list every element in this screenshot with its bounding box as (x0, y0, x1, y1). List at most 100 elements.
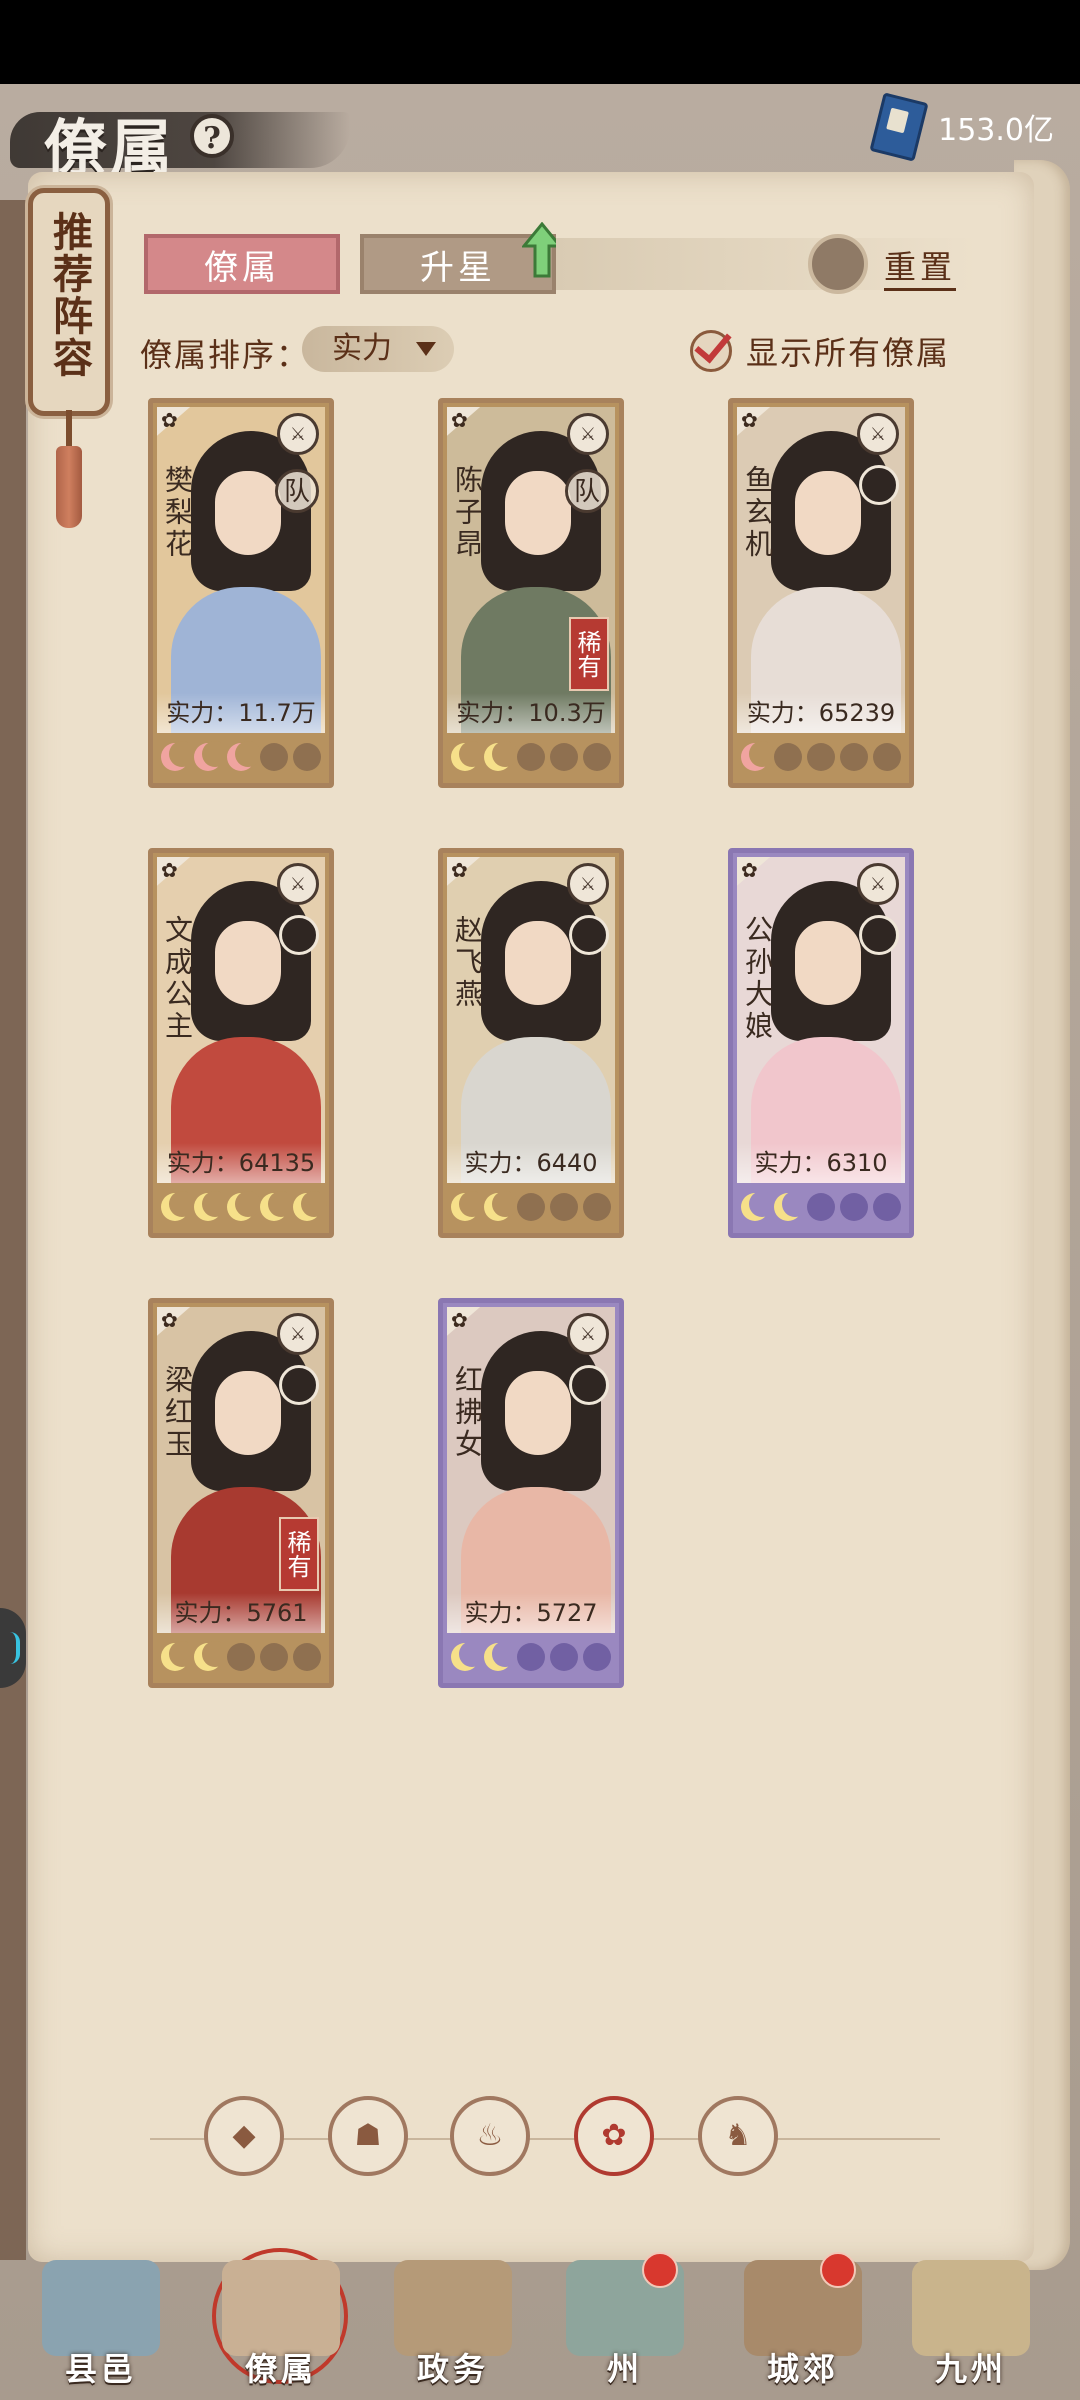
recommended-lineup-label: 推荐阵容 (46, 211, 93, 379)
moon-star-empty-icon (873, 743, 901, 771)
nav-item[interactable]: 城郊 (728, 2248, 878, 2398)
fan-icon: ✿ (741, 408, 758, 432)
moon-star-empty-icon (873, 1193, 901, 1221)
tag-cord (66, 410, 72, 450)
status-bar (0, 0, 1080, 84)
power-value: 实力：11.7万 (157, 693, 325, 733)
official-card[interactable]: ✿ 红拂女 ⚔ 实力：5727 (438, 1298, 624, 1688)
nav-item[interactable]: 州 (550, 2248, 700, 2398)
helmet-icon[interactable]: ☗ (328, 2096, 408, 2176)
moon-star-empty-icon (583, 1643, 611, 1671)
nav-icon (912, 2260, 1030, 2356)
official-portrait: ✿ 公孙大娘 ⚔ 实力：6310 (737, 857, 905, 1183)
official-card[interactable]: ✿ 陈子昂 ⚔ 队稀有 实力：10.3万 (438, 398, 624, 788)
moon-star-empty-icon (840, 743, 868, 771)
moon-star-filled-icon (484, 1641, 518, 1671)
moon-star-filled-icon (741, 741, 775, 771)
moon-star-filled-icon (194, 1641, 228, 1671)
official-card[interactable]: ✿ 鱼玄机 ⚔ 实力：65239 (728, 398, 914, 788)
help-button[interactable]: ? (190, 114, 234, 158)
star-rating (737, 739, 905, 777)
official-card[interactable]: ✿ 公孙大娘 ⚔ 实力：6310 (728, 848, 914, 1238)
team-badge: 队 (275, 469, 319, 513)
moon-star-filled-icon (194, 1191, 228, 1221)
nav-item[interactable]: 县邑 (26, 2248, 176, 2398)
rare-badge: 稀有 (569, 617, 609, 691)
star-rating (157, 739, 325, 777)
fan-icon: ✿ (161, 1308, 178, 1332)
diamond-icon[interactable]: ◆ (204, 2096, 284, 2176)
nav-item[interactable]: 政务 (378, 2248, 528, 2398)
filter-row: ◆ ☗ ♨ ✿ ♞ (150, 2096, 940, 2182)
sort-dropdown[interactable]: 实力 (302, 326, 454, 372)
sort-label: 僚属排序： (140, 336, 311, 374)
class-icon: ⚔ (857, 863, 899, 905)
moon-star-filled-icon (161, 1191, 195, 1221)
official-card[interactable]: ✿ 赵飞燕 ⚔ 实力：6440 (438, 848, 624, 1238)
moon-star-empty-icon (550, 1193, 578, 1221)
fan-icon: ✿ (451, 1308, 468, 1332)
moon-star-empty-icon (583, 1193, 611, 1221)
moon-star-filled-icon (227, 1191, 261, 1221)
power-value: 实力：5727 (447, 1593, 615, 1633)
official-card[interactable]: ✿ 樊梨花 ⚔ 队实力：11.7万 (148, 398, 334, 788)
star-rating (447, 739, 615, 777)
nav-label: 县邑 (64, 2350, 137, 2388)
portrait-face (795, 921, 861, 1005)
nav-item[interactable]: 九州 (896, 2248, 1046, 2398)
moon-star-empty-icon (260, 1643, 288, 1671)
portrait-face (795, 471, 861, 555)
power-value: 实力：65239 (737, 693, 905, 733)
tab-officials[interactable]: 僚属 (144, 234, 340, 294)
nav-label: 城郊 (766, 2350, 839, 2388)
moon-star-empty-icon (840, 1193, 868, 1221)
official-card[interactable]: ✿ 梁红玉 ⚔ 稀有 实力：5761 (148, 1298, 334, 1688)
portrait-face (215, 1371, 281, 1455)
official-name: 公孙大娘 (741, 915, 774, 1043)
nav-item[interactable]: 僚属 (206, 2248, 356, 2398)
reset-button[interactable]: 重置 (884, 242, 957, 291)
avatar (859, 915, 899, 955)
rare-badge: 稀有 (279, 1517, 319, 1591)
show-all-toggle[interactable]: 显示所有僚属 (690, 328, 950, 374)
portrait-face (215, 921, 281, 1005)
official-name: 红拂女 (451, 1365, 484, 1461)
class-icon: ⚔ (277, 413, 319, 455)
team-badge: 队 (565, 469, 609, 513)
star-rating (157, 1639, 325, 1677)
official-portrait: ✿ 鱼玄机 ⚔ 实力：65239 (737, 407, 905, 733)
power-value: 实力：6440 (447, 1143, 615, 1183)
official-name: 鱼玄机 (741, 465, 774, 561)
class-icon: ⚔ (567, 1313, 609, 1355)
fan-icon: ✿ (451, 408, 468, 432)
moon-star-filled-icon (260, 1191, 294, 1221)
power-value: 实力：10.3万 (447, 693, 615, 733)
moon-star-empty-icon (807, 743, 835, 771)
avatar (859, 465, 899, 505)
portrait-face (505, 1371, 571, 1455)
moon-star-filled-icon (293, 1191, 327, 1221)
fan-icon[interactable]: ✿ (574, 2096, 654, 2176)
official-card[interactable]: ✿ 文成公主 ⚔ 实力：64135 (148, 848, 334, 1238)
moon-star-filled-icon (451, 741, 485, 771)
gourd-icon[interactable]: ♨ (450, 2096, 530, 2176)
title-area: 僚属 ? (0, 92, 380, 185)
nav-label: 政务 (416, 2350, 489, 2388)
lion-icon[interactable]: ♞ (698, 2096, 778, 2176)
class-icon: ⚔ (567, 413, 609, 455)
star-rating (447, 1189, 615, 1227)
moon-star-filled-icon (484, 741, 518, 771)
reset-icon[interactable] (808, 234, 868, 294)
moon-star-empty-icon (550, 1643, 578, 1671)
nav-label: 九州 (934, 2350, 1007, 2388)
official-portrait: ✿ 梁红玉 ⚔ 稀有 实力：5761 (157, 1307, 325, 1633)
fan-icon: ✿ (161, 858, 178, 882)
moon-star-filled-icon (161, 1641, 195, 1671)
moon-star-empty-icon (293, 1643, 321, 1671)
currency-display: 153.0亿 (869, 92, 1054, 162)
notification-dot (820, 2252, 856, 2288)
class-icon: ⚔ (567, 863, 609, 905)
recommended-lineup-tag[interactable]: 推荐阵容 (28, 188, 110, 416)
checkmark-icon[interactable] (690, 330, 732, 372)
official-portrait: ✿ 赵飞燕 ⚔ 实力：6440 (447, 857, 615, 1183)
